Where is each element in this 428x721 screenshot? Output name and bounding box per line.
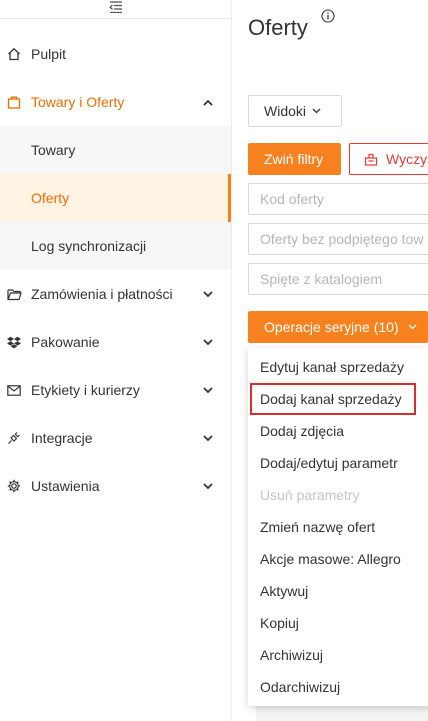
sidebar-item-etykiety[interactable]: Etykiety i kurierzy [0,366,231,414]
collapse-filters-button[interactable]: Zwiń filtry [248,143,341,175]
bulk-operations-label: Operacje seryjne (10) [264,319,399,335]
plug-icon [6,430,22,446]
chevron-down-icon [201,287,215,301]
clear-icon [364,153,378,166]
chevron-up-icon [201,95,215,109]
catalog-linked-placeholder: Spięte z katalogiem [260,271,383,287]
sidebar-item-label: Pakowanie [31,334,100,350]
content-background [256,706,428,721]
sidebar-item-ustawienia[interactable]: Ustawienia [0,462,231,510]
sidebar-item-label: Zamówienia i płatności [31,286,173,302]
info-icon[interactable] [321,9,335,28]
unlinked-offers-placeholder: Oferty bez podpiętego tow [260,231,424,247]
sidebar-item-pakowanie[interactable]: Pakowanie [0,318,231,366]
views-button-label: Widoki [264,103,307,119]
menu-item-label: Odarchiwizuj [260,679,341,695]
envelope-icon [6,382,22,398]
menu-item-allegro-bulk-actions[interactable]: Akcje masowe: Allegro [248,543,428,575]
sidebar-item-zamowienia[interactable]: Zamówienia i płatności [0,270,231,318]
sidebar-item-label: Etykiety i kurierzy [31,382,140,398]
sidebar: Pulpit Towary i Oferty Towary Oferty Log… [0,0,232,721]
catalog-linked-select[interactable]: Spięte z katalogiem [248,263,428,295]
sidebar-subitem-oferty[interactable]: Oferty [0,174,231,222]
gear-icon [6,478,22,494]
dropbox-icon [6,334,22,350]
sidebar-item-towary-i-oferty[interactable]: Towary i Oferty [0,78,231,126]
menu-item-activate[interactable]: Aktywuj [248,575,428,607]
clear-filters-button[interactable]: Wyczyś [349,143,428,175]
offer-code-input[interactable]: Kod oferty [248,183,428,215]
sidebar-item-label: Ustawienia [31,478,100,494]
menu-item-label: Akcje masowe: Allegro [260,551,401,567]
menu-item-label: Usuń parametry [260,487,360,503]
sidebar-subitem-towary[interactable]: Towary [0,126,231,174]
menu-item-label: Archiwizuj [260,647,324,663]
unlinked-offers-select[interactable]: Oferty bez podpiętego tow [248,223,428,255]
offer-code-placeholder: Kod oferty [260,191,324,207]
chevron-down-icon [201,479,215,493]
chevron-down-icon [201,431,215,445]
menu-item-label: Kopiuj [260,615,299,631]
menu-item-edit-sales-channel[interactable]: Edytuj kanał sprzedaży [248,351,428,383]
home-icon [6,46,22,62]
sidebar-subitem-label: Towary [31,142,76,158]
chevron-down-icon [408,324,417,330]
clear-filters-label: Wyczyś [386,151,428,167]
menu-item-label: Dodaj/edytuj parametr [260,455,398,471]
menu-item-label: Dodaj zdjęcia [260,423,345,439]
menu-item-add-photos[interactable]: Dodaj zdjęcia [248,415,428,447]
sidebar-item-pulpit[interactable]: Pulpit [0,30,231,78]
menu-item-unarchive[interactable]: Odarchiwizuj [248,671,428,703]
chevron-down-icon [312,108,321,114]
menu-item-archive[interactable]: Archiwizuj [248,639,428,671]
sidebar-item-integracje[interactable]: Integracje [0,414,231,462]
menu-item-label: Dodaj kanał sprzedaży [260,391,402,407]
menu-item-label: Zmień nazwę ofert [260,519,376,535]
sidebar-item-label: Towary i Oferty [31,94,125,110]
chevron-down-icon [201,383,215,397]
menu-item-remove-parameters: Usuń parametry [248,479,428,511]
views-button[interactable]: Widoki [248,95,342,127]
sidebar-item-label: Integracje [31,430,93,446]
menu-item-add-edit-parameter[interactable]: Dodaj/edytuj parametr [248,447,428,479]
folder-icon [6,286,22,302]
sidebar-subitem-label: Oferty [31,190,70,206]
bulk-operations-menu: Edytuj kanał sprzedaży Dodaj kanał sprze… [248,348,428,706]
menu-item-label: Aktywuj [260,583,309,599]
sidebar-subitem-log-synchronizacji[interactable]: Log synchronizacji [0,222,231,270]
menu-item-add-sales-channel[interactable]: Dodaj kanał sprzedaży [250,383,416,415]
menu-item-rename-offers[interactable]: Zmień nazwę ofert [248,511,428,543]
menu-item-copy[interactable]: Kopiuj [248,607,428,639]
page-title: Oferty [248,15,308,40]
collapse-filters-label: Zwiń filtry [264,151,324,167]
menu-item-label: Edytuj kanał sprzedaży [260,359,404,375]
bag-icon [6,94,22,110]
sidebar-subitem-label: Log synchronizacji [31,238,147,254]
bulk-operations-button[interactable]: Operacje seryjne (10) [248,311,428,343]
chevron-down-icon [201,335,215,349]
collapse-sidebar-button[interactable] [0,0,231,19]
menu-fold-icon [108,0,123,18]
sidebar-item-label: Pulpit [31,46,67,62]
